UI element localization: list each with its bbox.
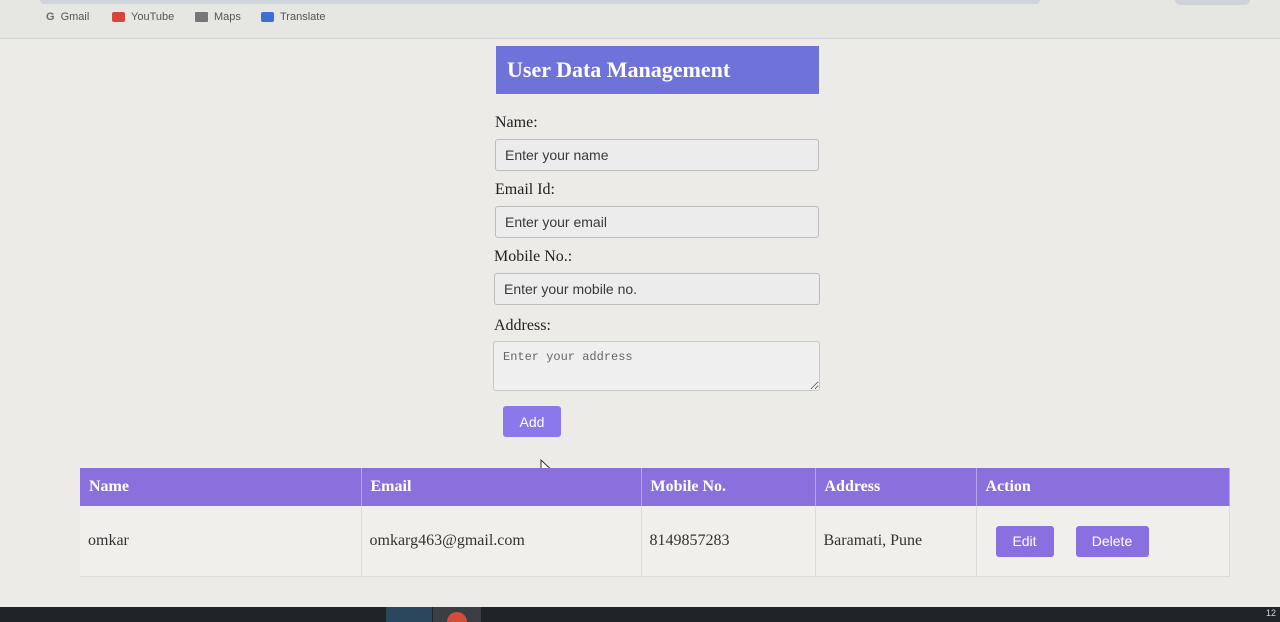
cell-name: omkar — [80, 506, 362, 577]
taskbar-clock: 12 — [1265, 608, 1276, 618]
bookmark-label: Gmail — [60, 11, 90, 23]
name-input[interactable] — [495, 139, 819, 171]
address-label: Address: — [494, 317, 551, 334]
bookmark-youtube[interactable]: YouTube — [112, 10, 174, 24]
bookmark-label: YouTube — [131, 11, 175, 23]
cell-mobile: 8149857283 — [641, 506, 816, 577]
add-button[interactable]: Add — [503, 406, 561, 437]
bookmarks-bar: G Gmail YouTube Maps Translate — [0, 0, 1280, 39]
tab-strip — [40, 0, 1040, 4]
youtube-icon — [112, 12, 125, 22]
header-email: Email — [361, 468, 642, 506]
bookmark-gmail[interactable]: G Gmail — [46, 10, 89, 24]
google-g-icon: G — [46, 11, 55, 23]
header-address: Address — [815, 468, 977, 506]
cell-action: Edit Delete — [976, 506, 1230, 577]
header-mobile: Mobile No. — [641, 468, 816, 506]
user-table: Name Email Mobile No. Address Action omk… — [80, 468, 1230, 577]
table-row: omkar omkarg463@gmail.com 8149857283 Bar… — [80, 506, 1230, 577]
email-label: Email Id: — [495, 181, 555, 198]
page-title: User Data Management — [496, 46, 819, 94]
taskbar: 12 — [0, 607, 1280, 622]
mobile-label: Mobile No.: — [494, 248, 573, 265]
cell-address: Baramati, Pune — [815, 506, 977, 577]
maps-icon — [195, 12, 208, 22]
mobile-input[interactable] — [494, 273, 820, 305]
delete-button[interactable]: Delete — [1075, 525, 1149, 557]
taskbar-app-vscode[interactable] — [386, 607, 432, 622]
tab-strip-right — [1175, 0, 1250, 5]
edit-button[interactable]: Edit — [995, 525, 1054, 557]
translate-icon — [261, 12, 274, 22]
email-input[interactable] — [495, 206, 819, 238]
bookmark-translate[interactable]: Translate — [261, 10, 325, 24]
bookmark-label: Maps — [214, 11, 241, 23]
cell-email: omkarg463@gmail.com — [361, 506, 642, 577]
name-label: Name: — [495, 114, 538, 131]
user-table-container: Name Email Mobile No. Address Action omk… — [80, 468, 1230, 577]
table-header-row: Name Email Mobile No. Address Action — [80, 468, 1230, 506]
bookmark-maps[interactable]: Maps — [195, 10, 241, 24]
header-name: Name — [80, 468, 362, 506]
header-action: Action — [976, 468, 1230, 506]
bookmark-label: Translate — [280, 11, 326, 23]
address-textarea[interactable] — [493, 341, 820, 391]
